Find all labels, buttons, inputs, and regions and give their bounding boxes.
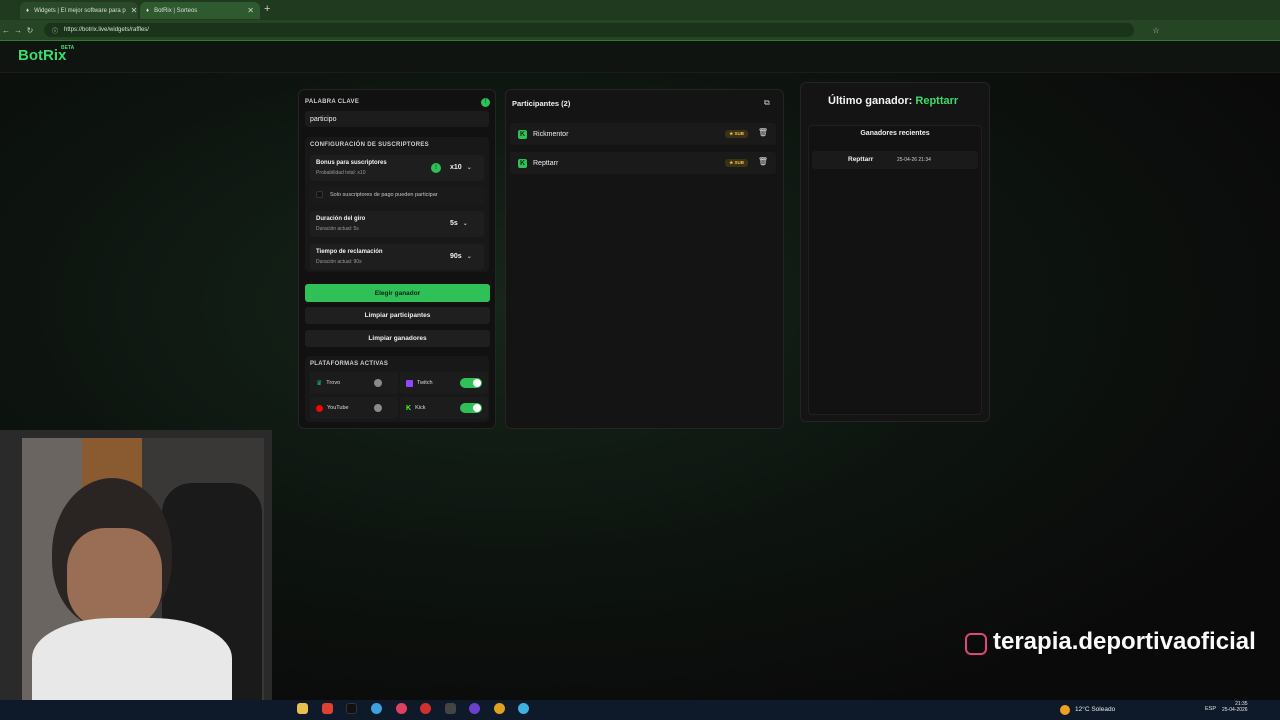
copy-icon[interactable]: ⧉ [764,98,770,108]
browser-tab-sorteos[interactable]: ♦ BotRix | Sorteos ✕ [140,2,260,19]
address-bar: ← → ↻ ⓘ https://botrix.live/widgets/raff… [0,20,1280,40]
app-icon[interactable] [469,703,480,714]
chevron-down-icon: ⌄ [466,254,472,260]
twitch-icon [406,379,413,387]
bonus-select[interactable]: x10 ⌄ [450,164,472,171]
trovo-icon: ♛ [316,380,323,387]
back-icon[interactable]: ← [0,26,12,35]
brave-icon[interactable] [322,703,333,714]
botrix-favicon-icon: ♦ [26,7,30,14]
tiktok-icon[interactable] [346,703,357,714]
chrome-icon[interactable] [371,703,382,714]
instagram-handle: terapia.deportivaoficial [993,628,1256,655]
chrome-icon[interactable] [518,703,529,714]
last-winner-heading: Último ganador: Repttarr [828,95,959,107]
botrix-favicon-icon: ♦ [146,7,150,14]
chevron-down-icon: ⌄ [466,165,472,171]
youtube-toggle[interactable] [370,403,392,413]
sub-badge: ★ SUB [725,130,748,138]
clear-participants-button[interactable]: Limpiar participantes [305,307,490,324]
participants-title: Participantes (2) [512,99,571,108]
twitch-toggle[interactable] [460,378,482,388]
clear-winners-button[interactable]: Limpiar ganadores [305,330,490,347]
new-tab-icon[interactable]: + [264,3,270,15]
list-item: Repttarr 25-04-26 21:34 [812,151,978,169]
kick-toggle[interactable] [460,403,482,413]
only-paid-label: Solo suscriptores de pago pueden partici… [330,192,438,198]
platform-trovo: ♛ Trovo [310,372,398,394]
browser-tab-bar: ♦ Widgets | El mejor software para p ✕ ♦… [0,0,1280,20]
chevron-down-icon: ⌄ [462,221,468,227]
instagram-icon [965,633,987,655]
app-icon[interactable] [494,703,505,714]
spin-duration-subtitle: Duración actual: 5s [316,226,359,232]
botrix-logo[interactable]: BotRix [18,47,66,64]
bookmark-star-icon[interactable]: ☆ [1150,26,1162,35]
keyword-label: PALABRA CLAVE [305,99,360,105]
info-icon[interactable]: ! [481,98,490,107]
reload-icon[interactable]: ↻ [24,26,36,35]
last-winner-name: Repttarr [915,95,959,107]
list-item: K Rickmentor ★ SUB 🗑 [510,123,776,145]
weather-text[interactable]: 12°C Soleado [1075,706,1115,713]
claim-time-title: Tiempo de reclamación [316,249,383,255]
close-tab-icon[interactable]: ✕ [247,6,254,15]
active-platforms-label: PLATAFORMAS ACTIVAS [310,361,389,367]
spin-duration-title: Duración del giro [316,216,366,222]
app-header [0,41,1280,73]
close-tab-icon[interactable]: ✕ [131,6,138,15]
spin-duration-select[interactable]: 5s ⌄ [450,220,468,227]
beta-badge: BETA [61,45,75,51]
only-paid-checkbox[interactable] [316,191,323,198]
trash-icon[interactable]: 🗑 [758,157,768,166]
url-input[interactable]: ⓘ https://botrix.live/widgets/raffles/ [44,23,1134,37]
recent-winners-title: Ganadores recientes [860,130,930,137]
app-icon[interactable] [396,703,407,714]
info-icon[interactable]: ! [431,163,441,173]
app-icon[interactable] [445,703,456,714]
choose-winner-button[interactable]: Elegir ganador [305,284,490,302]
bonus-title: Bonus para suscriptores [316,160,387,166]
site-info-icon[interactable]: ⓘ [52,26,58,35]
kick-icon: K [406,404,412,412]
platform-twitch: Twitch [400,372,488,394]
forward-icon[interactable]: → [12,26,24,35]
platform-kick: K Kick [400,397,488,419]
kick-icon: K [518,129,527,139]
claim-time-select[interactable]: 90s ⌄ [450,253,472,260]
webcam-feed [22,438,264,706]
claim-time-subtitle: Duración actual: 90s [316,259,362,265]
keyword-input[interactable]: participo [305,111,489,127]
language-indicator[interactable]: ESP [1205,706,1216,712]
browser-tab-widgets[interactable]: ♦ Widgets | El mejor software para p ✕ [20,2,138,19]
youtube-icon [316,404,323,412]
platform-youtube: YouTube [310,397,398,419]
clock[interactable]: 21:35 25-04-2026 [1222,701,1248,713]
trash-icon[interactable]: 🗑 [758,128,768,137]
trovo-toggle[interactable] [370,378,392,388]
folder-icon[interactable] [297,703,308,714]
bonus-subtitle: Probabilidad total: x10 [316,170,366,176]
kick-icon: K [518,158,527,168]
list-item: K Repttarr ★ SUB 🗑 [510,152,776,174]
sub-badge: ★ SUB [725,159,748,167]
weather-icon[interactable] [1060,705,1070,715]
subscribers-config-label: CONFIGURACIÓN DE SUSCRIPTORES [310,142,429,148]
app-icon[interactable] [420,703,431,714]
